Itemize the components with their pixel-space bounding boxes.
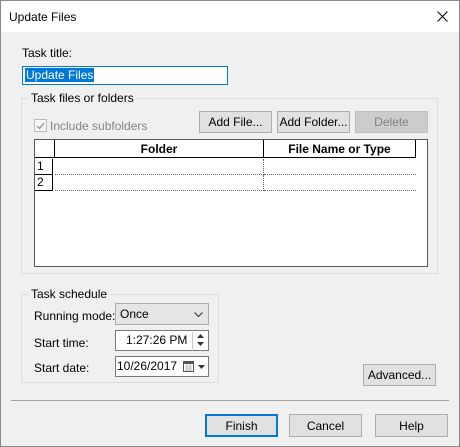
files-table[interactable]: Folder File Name or Type 1 2 — [34, 139, 428, 267]
column-header-folder[interactable]: Folder — [55, 140, 264, 158]
start-date-value: 10/26/2017 — [117, 359, 178, 373]
close-button[interactable] — [425, 1, 459, 32]
start-time-field[interactable]: 1:27:26 PM — [115, 330, 209, 351]
table-cell-file[interactable] — [264, 159, 416, 175]
table-cell-file[interactable] — [264, 175, 416, 191]
row-header-1[interactable]: 1 — [35, 159, 53, 175]
help-button[interactable]: Help — [375, 414, 448, 437]
spin-up-icon[interactable] — [193, 332, 207, 340]
title-bar: Update Files — [1, 1, 459, 32]
add-folder-button[interactable]: Add Folder... — [277, 111, 350, 133]
spin-down-icon[interactable] — [193, 340, 207, 348]
task-files-group-title: Task files or folders — [28, 91, 137, 105]
cancel-button[interactable]: Cancel — [289, 414, 362, 437]
footer-divider — [11, 400, 449, 401]
start-date-field[interactable]: 10/26/2017 — [115, 356, 209, 377]
table-cell-folder[interactable] — [55, 159, 264, 175]
include-subfolders-label: Include subfolders — [50, 119, 148, 133]
running-mode-label: Running mode: — [34, 309, 116, 323]
chevron-down-icon — [194, 312, 203, 318]
start-time-spinner[interactable] — [192, 332, 207, 349]
calendar-icon[interactable] — [183, 361, 194, 372]
close-icon — [436, 11, 448, 22]
table-corner-header — [35, 140, 55, 158]
task-title-input[interactable]: Update Files — [22, 66, 228, 85]
start-time-value: 1:27:26 PM — [126, 333, 188, 347]
running-mode-dropdown[interactable]: Once — [115, 303, 209, 325]
running-mode-value: Once — [120, 307, 149, 321]
finish-button[interactable]: Finish — [205, 414, 278, 437]
advanced-button[interactable]: Advanced... — [363, 364, 436, 386]
column-header-file-name[interactable]: File Name or Type — [264, 140, 416, 158]
start-time-label: Start time: — [34, 336, 89, 350]
window-title: Update Files — [9, 10, 77, 24]
chevron-down-icon[interactable] — [198, 365, 205, 369]
row-header-2[interactable]: 2 — [35, 175, 53, 191]
table-cell-folder[interactable] — [55, 175, 264, 191]
checkmark-icon — [36, 122, 45, 130]
delete-button[interactable]: Delete — [355, 111, 428, 133]
start-date-label: Start date: — [34, 361, 90, 375]
task-schedule-group-title: Task schedule — [28, 287, 111, 301]
update-files-dialog: Update Files Task title: Update Files Ta… — [0, 0, 460, 447]
add-file-button[interactable]: Add File... — [199, 111, 272, 133]
task-title-value: Update Files — [25, 68, 95, 82]
include-subfolders-checkbox[interactable] — [34, 119, 47, 132]
task-title-label: Task title: — [22, 46, 73, 60]
